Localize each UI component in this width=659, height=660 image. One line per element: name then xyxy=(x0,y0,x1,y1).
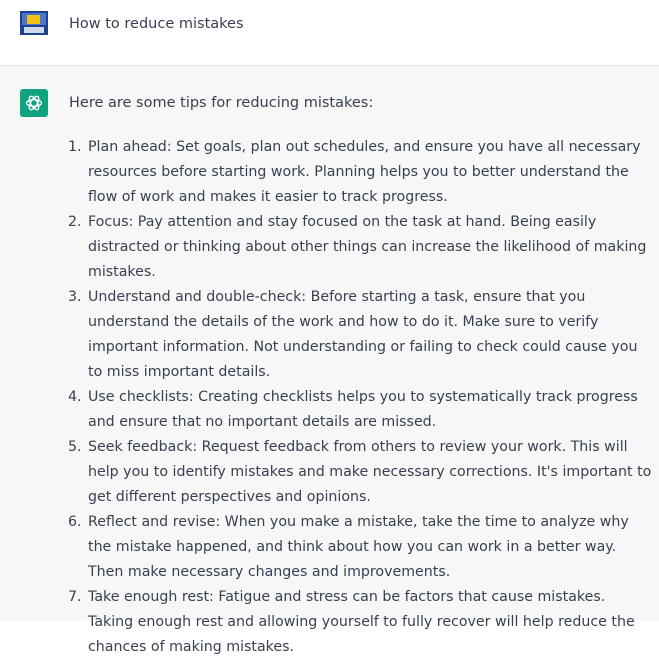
assistant-message-row: Here are some tips for reducing mistakes… xyxy=(0,66,659,655)
list-item-number: 5. xyxy=(68,439,82,455)
list-item: 1. Plan ahead: Set goals, plan out sched… xyxy=(64,135,654,210)
list-item: 5. Seek feedback: Request feedback from … xyxy=(64,435,654,510)
list-item-text: Understand and double-check: Before star… xyxy=(88,289,638,380)
list-item-text: Take enough rest: Fatigue and stress can… xyxy=(88,589,635,655)
user-avatar xyxy=(20,11,48,39)
list-item: 6. Reflect and revise: When you make a m… xyxy=(64,510,654,585)
list-item: 4. Use checklists: Creating checklists h… xyxy=(64,385,654,435)
list-item: 2. Focus: Pay attention and stay focused… xyxy=(64,210,654,285)
list-item-number: 6. xyxy=(68,514,82,530)
user-message-text: How to reduce mistakes xyxy=(69,16,244,32)
list-item-text: Focus: Pay attention and stay focused on… xyxy=(88,214,647,280)
list-item-number: 4. xyxy=(68,389,82,405)
list-item: 3. Understand and double-check: Before s… xyxy=(64,285,654,385)
list-item-number: 1. xyxy=(68,139,82,155)
openai-logo-icon xyxy=(20,89,48,117)
list-item-text: Plan ahead: Set goals, plan out schedule… xyxy=(88,139,641,205)
assistant-intro-text: Here are some tips for reducing mistakes… xyxy=(69,95,374,111)
list-item-text: Use checklists: Creating checklists help… xyxy=(88,389,638,430)
list-item-number: 2. xyxy=(68,214,82,230)
list-item-number: 3. xyxy=(68,289,82,305)
list-item-text: Reflect and revise: When you make a mist… xyxy=(88,514,629,580)
list-item: 7. Take enough rest: Fatigue and stress … xyxy=(64,585,654,660)
tips-list: 1. Plan ahead: Set goals, plan out sched… xyxy=(64,135,654,660)
list-item-number: 7. xyxy=(68,589,82,605)
list-item-text: Seek feedback: Request feedback from oth… xyxy=(88,439,652,505)
user-message-row: How to reduce mistakes xyxy=(0,0,659,66)
